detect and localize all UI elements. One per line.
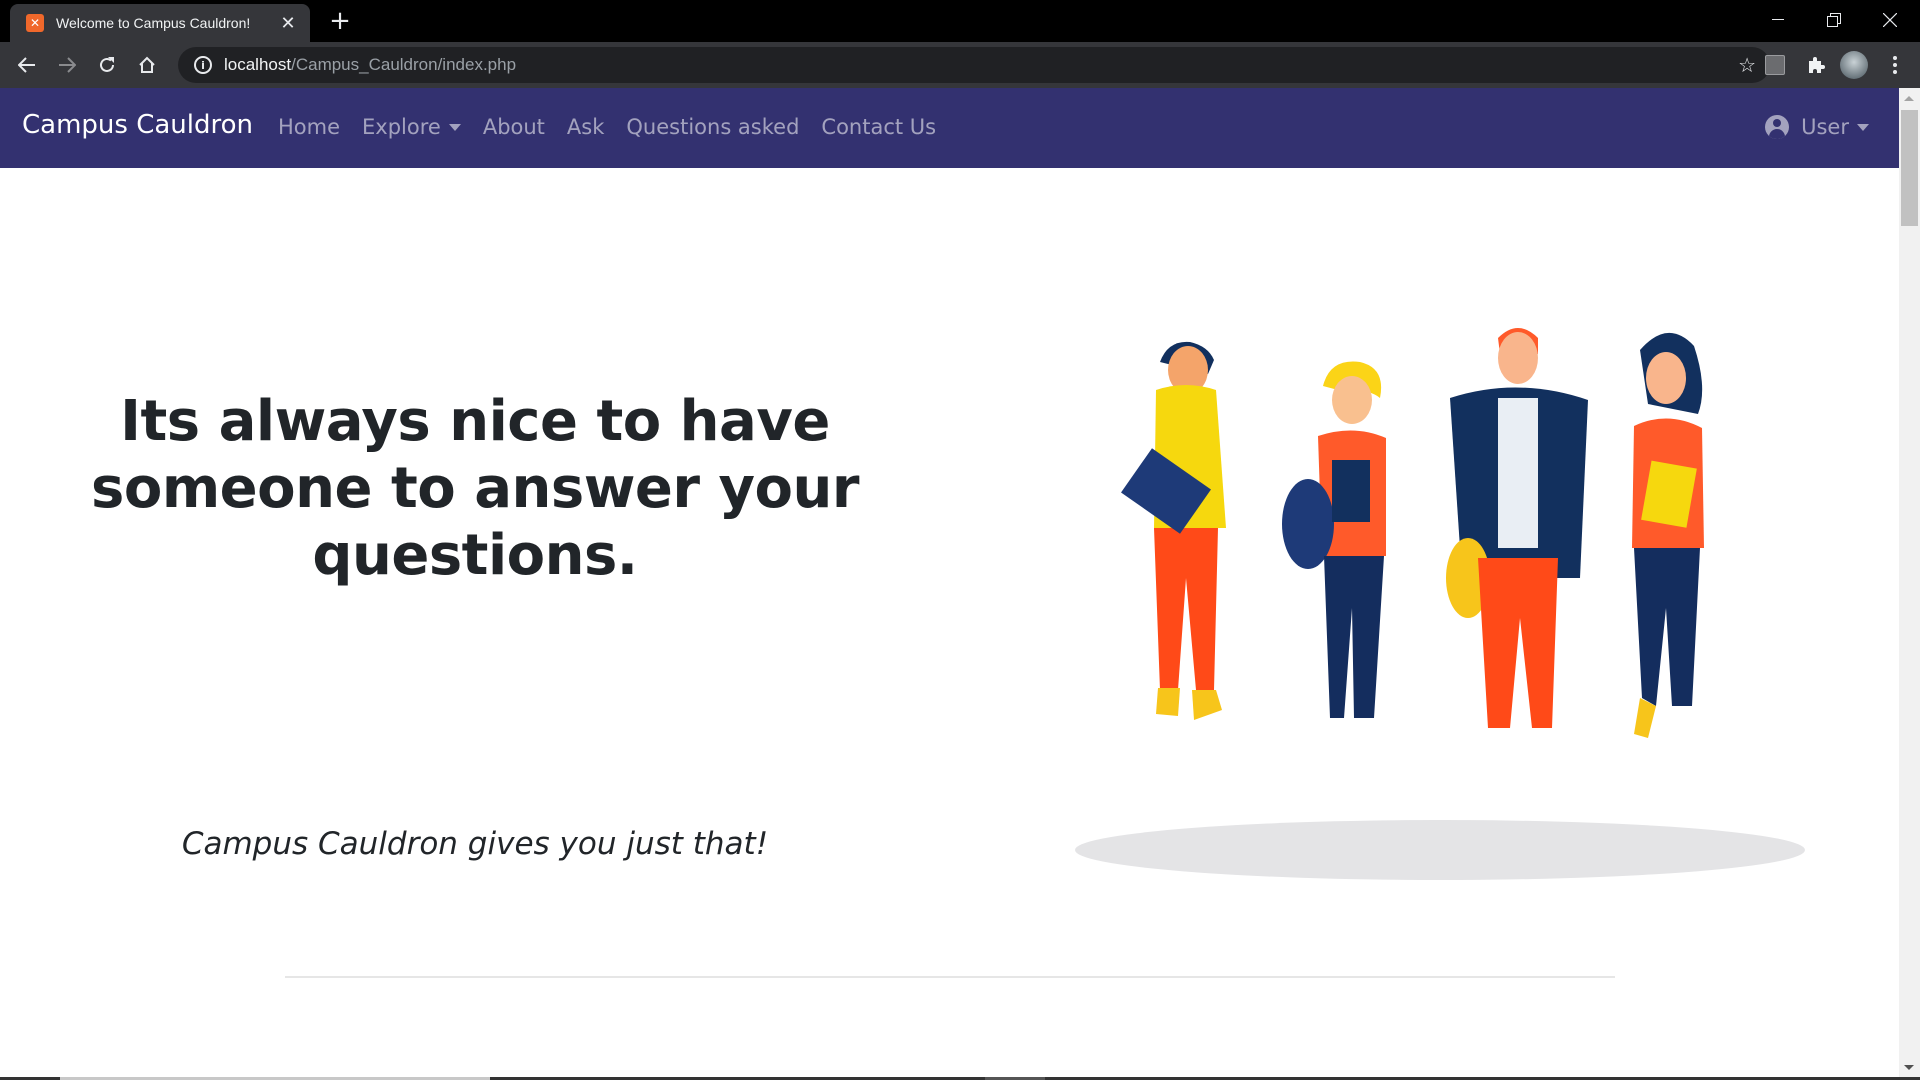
minimize-icon bbox=[1772, 19, 1784, 20]
nav-questions-asked-label: Questions asked bbox=[626, 115, 800, 139]
bookmark-star-icon[interactable]: ☆ bbox=[1738, 53, 1756, 77]
nav-ask[interactable]: Ask bbox=[567, 115, 604, 139]
extension-icon bbox=[1765, 55, 1785, 75]
nav-ask-label: Ask bbox=[566, 115, 605, 139]
extensions-menu-button[interactable] bbox=[1803, 52, 1829, 78]
browser-menu-button[interactable] bbox=[1882, 52, 1908, 78]
home-icon bbox=[139, 56, 155, 73]
close-tab-icon[interactable]: ✕ bbox=[278, 13, 298, 34]
site-navbar: Campus Cauldron Home Explore About Ask Q… bbox=[0, 88, 1899, 168]
restore-icon bbox=[1827, 13, 1841, 27]
nav-contact-us-label: Contact Us bbox=[821, 115, 937, 139]
student-4-figure bbox=[1632, 332, 1704, 738]
browser-tab-strip: ✕ Welcome to Campus Cauldron! ✕ + bbox=[0, 0, 1920, 42]
scrollbar-thumb[interactable] bbox=[1901, 110, 1918, 226]
students-illustration bbox=[1075, 328, 1805, 880]
kebab-menu-icon bbox=[1893, 56, 1897, 74]
extension-button[interactable] bbox=[1762, 52, 1788, 78]
home-button[interactable] bbox=[132, 50, 162, 80]
section-divider bbox=[285, 976, 1615, 978]
reload-icon bbox=[100, 57, 114, 72]
restore-button[interactable] bbox=[1806, 0, 1862, 40]
nav-contact-us[interactable]: Contact Us bbox=[821, 115, 936, 139]
address-bar[interactable]: i localhost/Campus_Cauldron/index.php ☆ bbox=[178, 47, 1770, 83]
close-window-icon bbox=[1883, 13, 1897, 27]
back-button[interactable] bbox=[12, 50, 42, 80]
nav-explore-label: Explore bbox=[362, 115, 441, 139]
page-scrollbar[interactable] bbox=[1899, 88, 1920, 1078]
hero-headline: Its always nice to have someone to answe… bbox=[91, 389, 859, 588]
browser-toolbar: i localhost/Campus_Cauldron/index.php ☆ bbox=[0, 42, 1920, 88]
arrow-left-icon bbox=[18, 57, 35, 73]
student-3-figure bbox=[1446, 328, 1588, 728]
nav-about[interactable]: About bbox=[483, 115, 545, 139]
nav-home[interactable]: Home bbox=[278, 115, 340, 139]
minimize-button[interactable] bbox=[1750, 0, 1806, 40]
user-dropdown[interactable]: User bbox=[1765, 115, 1869, 139]
arrow-right-icon bbox=[59, 57, 76, 73]
student-1-figure bbox=[1121, 341, 1226, 720]
puzzle-icon bbox=[1809, 57, 1825, 73]
scroll-up-arrow-icon[interactable] bbox=[1904, 96, 1914, 101]
reload-button[interactable] bbox=[92, 50, 122, 80]
student-2-figure bbox=[1282, 361, 1386, 718]
profile-avatar[interactable] bbox=[1840, 51, 1868, 79]
caret-down-icon bbox=[1857, 123, 1869, 131]
ground-shadow bbox=[1075, 820, 1805, 880]
url-host: localhost bbox=[224, 55, 292, 74]
nav-questions-asked[interactable]: Questions asked bbox=[626, 115, 799, 139]
page-viewport: Campus Cauldron Home Explore About Ask Q… bbox=[0, 88, 1899, 1078]
nav-links: Home Explore About Ask Questions asked C… bbox=[278, 115, 958, 139]
caret-down-icon bbox=[448, 123, 461, 131]
url-path: /Campus_Cauldron/index.php bbox=[291, 55, 517, 74]
user-circle-icon bbox=[1765, 115, 1790, 139]
navbar-brand[interactable]: Campus Cauldron bbox=[22, 110, 253, 140]
url-text[interactable]: localhost/Campus_Cauldron/index.php bbox=[224, 55, 516, 75]
nav-explore-dropdown[interactable]: Explore bbox=[362, 115, 461, 139]
new-tab-plus-icon[interactable]: + bbox=[326, 8, 354, 34]
hero-tagline: Campus Cauldron gives you just that! bbox=[181, 826, 769, 862]
xampp-favicon-icon: ✕ bbox=[26, 14, 44, 32]
forward-button[interactable] bbox=[52, 50, 82, 80]
nav-home-label: Home bbox=[278, 115, 341, 139]
browser-tab[interactable]: ✕ Welcome to Campus Cauldron! ✕ bbox=[10, 4, 310, 42]
user-label: User bbox=[1801, 115, 1849, 139]
close-window-button[interactable] bbox=[1862, 0, 1918, 40]
site-info-icon[interactable]: i bbox=[194, 56, 212, 74]
nav-about-label: About bbox=[482, 115, 545, 139]
tab-title: Welcome to Campus Cauldron! bbox=[56, 15, 251, 31]
scroll-down-arrow-icon[interactable] bbox=[1904, 1065, 1914, 1070]
